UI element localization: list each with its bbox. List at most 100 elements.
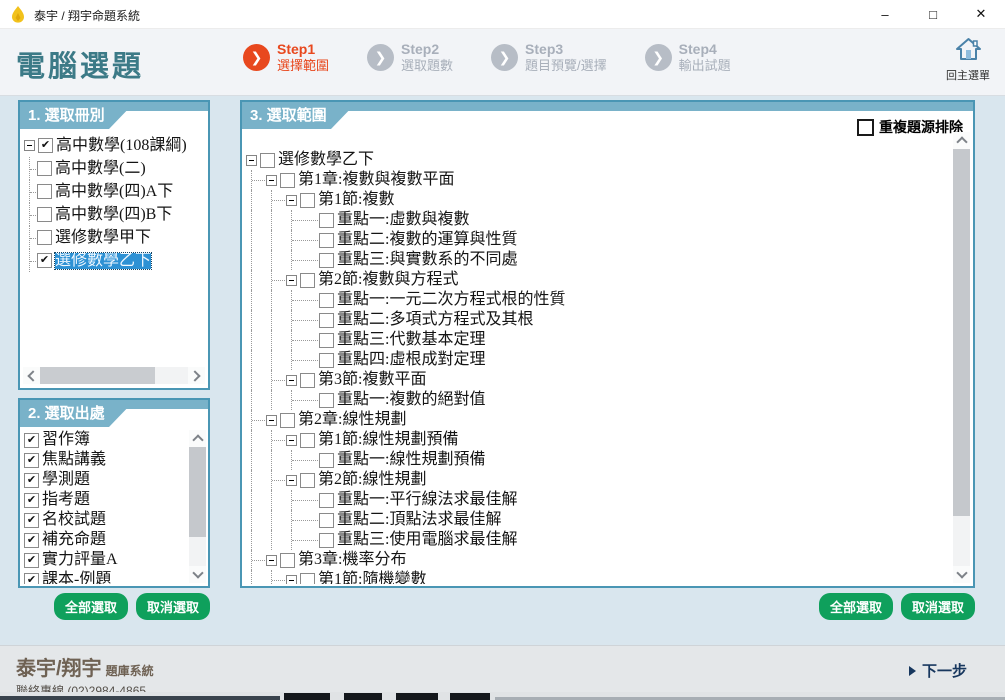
scope-label[interactable]: 重點二:頂點法求最佳解 — [337, 512, 501, 528]
book-label[interactable]: 高中數學(四)B下 — [55, 207, 172, 223]
node-checkbox[interactable] — [37, 184, 52, 199]
select-all-button[interactable]: 全部選取 — [54, 593, 128, 620]
scope-label[interactable]: 重點二:複數的運算與性質 — [337, 232, 517, 248]
collapse-minus-icon[interactable] — [266, 175, 277, 186]
book-label[interactable]: 高中數學(二) — [55, 161, 146, 177]
scope-label[interactable]: 第2節:複數與方程式 — [318, 272, 458, 288]
scope-label[interactable]: 重點一:複數的絕對值 — [337, 392, 485, 408]
scope-label[interactable]: 第1章:複數與複數平面 — [298, 172, 454, 188]
scroll-left-button[interactable] — [23, 367, 40, 384]
node-checkbox[interactable] — [24, 533, 39, 548]
scope-label[interactable]: 重點三:代數基本定理 — [337, 332, 485, 348]
book-label[interactable]: 高中數學(108課綱) — [56, 138, 187, 154]
scrollbar-thumb[interactable] — [953, 149, 970, 516]
collapse-minus-icon[interactable] — [266, 415, 277, 426]
scope-label[interactable]: 重點三:與實數系的不同處 — [337, 252, 517, 268]
scroll-down-button[interactable] — [189, 566, 206, 583]
collapse-minus-icon[interactable] — [24, 140, 35, 151]
node-checkbox[interactable] — [319, 293, 334, 308]
collapse-minus-icon[interactable] — [286, 375, 297, 386]
scope-label[interactable]: 第1節:隨機變數 — [318, 572, 426, 584]
scrollbar-track[interactable] — [40, 367, 188, 384]
node-checkbox[interactable] — [300, 273, 315, 288]
scope-label[interactable]: 第3章:機率分布 — [298, 552, 406, 568]
scroll-up-button[interactable] — [953, 132, 970, 149]
collapse-minus-icon[interactable] — [286, 195, 297, 206]
scrollbar-track[interactable] — [953, 149, 970, 566]
scope-label[interactable]: 重點一:平行線法求最佳解 — [337, 492, 517, 508]
node-checkbox[interactable] — [319, 393, 334, 408]
collapse-minus-icon[interactable] — [246, 155, 257, 166]
source-label[interactable]: 學測題 — [42, 472, 90, 488]
scope-label[interactable]: 第2章:線性規劃 — [298, 412, 406, 428]
node-checkbox[interactable] — [24, 453, 39, 468]
step-1[interactable]: ❯ Step1 選擇範圍 — [243, 41, 329, 74]
scrollbar-thumb[interactable] — [189, 447, 206, 537]
source-label[interactable]: 補充命題 — [42, 532, 106, 548]
source-label[interactable]: 名校試題 — [42, 512, 106, 528]
node-checkbox[interactable] — [319, 453, 334, 468]
node-checkbox[interactable] — [280, 553, 295, 568]
scope-label[interactable]: 重點三:使用電腦求最佳解 — [337, 532, 517, 548]
scroll-down-button[interactable] — [953, 566, 970, 583]
node-checkbox[interactable] — [37, 253, 52, 268]
node-checkbox[interactable] — [37, 207, 52, 222]
deselect-all-button[interactable]: 取消選取 — [901, 593, 975, 620]
scope-label[interactable]: 第3節:複數平面 — [318, 372, 426, 388]
node-checkbox[interactable] — [319, 313, 334, 328]
node-checkbox[interactable] — [280, 173, 295, 188]
node-checkbox[interactable] — [319, 513, 334, 528]
node-checkbox[interactable] — [24, 573, 39, 585]
node-checkbox[interactable] — [260, 153, 275, 168]
node-checkbox[interactable] — [319, 233, 334, 248]
node-checkbox[interactable] — [300, 573, 315, 585]
node-checkbox[interactable] — [24, 433, 39, 448]
node-checkbox[interactable] — [300, 433, 315, 448]
collapse-minus-icon[interactable] — [286, 475, 297, 486]
collapse-minus-icon[interactable] — [286, 575, 297, 585]
step-4[interactable]: ❯ Step4 輸出試題 — [645, 41, 731, 74]
scope-label[interactable]: 重點一:虛數與複數 — [337, 212, 469, 228]
source-label[interactable]: 課本-例題 — [42, 572, 111, 584]
node-checkbox[interactable] — [37, 230, 52, 245]
home-button[interactable]: 回主選單 — [939, 37, 997, 83]
collapse-minus-icon[interactable] — [286, 275, 297, 286]
step-2[interactable]: ❯ Step2 選取題數 — [367, 41, 453, 74]
source-label[interactable]: 焦點講義 — [42, 452, 106, 468]
book-label[interactable]: 選修數學甲下 — [55, 230, 151, 246]
source-label[interactable]: 指考題 — [42, 492, 90, 508]
node-checkbox[interactable] — [24, 473, 39, 488]
scrollbar-track[interactable] — [189, 447, 206, 566]
deselect-all-button[interactable]: 取消選取 — [136, 593, 210, 620]
book-label[interactable]: 選修數學乙下 — [55, 253, 151, 269]
next-step-button[interactable]: 下一步 — [909, 660, 967, 681]
scope-label[interactable]: 重點一:線性規劃預備 — [337, 452, 485, 468]
node-checkbox[interactable] — [319, 333, 334, 348]
node-checkbox[interactable] — [319, 533, 334, 548]
node-checkbox[interactable] — [24, 493, 39, 508]
scrollbar-thumb[interactable] — [40, 367, 155, 384]
node-checkbox[interactable] — [319, 213, 334, 228]
scope-label[interactable]: 選修數學乙下 — [278, 152, 374, 168]
source-label[interactable]: 習作簿 — [42, 432, 90, 448]
node-checkbox[interactable] — [319, 253, 334, 268]
node-checkbox[interactable] — [319, 353, 334, 368]
close-button[interactable]: ✕ — [957, 0, 1005, 28]
scroll-up-button[interactable] — [189, 430, 206, 447]
node-checkbox[interactable] — [38, 138, 53, 153]
node-checkbox[interactable] — [300, 473, 315, 488]
scope-label[interactable]: 第1節:複數 — [318, 192, 394, 208]
maximize-button[interactable]: □ — [909, 0, 957, 28]
scope-label[interactable]: 第1節:線性規劃預備 — [318, 432, 458, 448]
duplicate-source-filter[interactable]: 重複題源排除 — [853, 115, 967, 139]
node-checkbox[interactable] — [24, 513, 39, 528]
node-checkbox[interactable] — [319, 493, 334, 508]
node-checkbox[interactable] — [300, 373, 315, 388]
select-all-button[interactable]: 全部選取 — [819, 593, 893, 620]
step-3[interactable]: ❯ Step3 題目預覽/選擇 — [491, 41, 607, 74]
scope-label[interactable]: 第2節:線性規劃 — [318, 472, 426, 488]
scope-label[interactable]: 重點四:虛根成對定理 — [337, 352, 485, 368]
node-checkbox[interactable] — [280, 413, 295, 428]
source-label[interactable]: 實力評量A — [42, 552, 118, 568]
duplicate-filter-checkbox[interactable] — [857, 119, 874, 136]
